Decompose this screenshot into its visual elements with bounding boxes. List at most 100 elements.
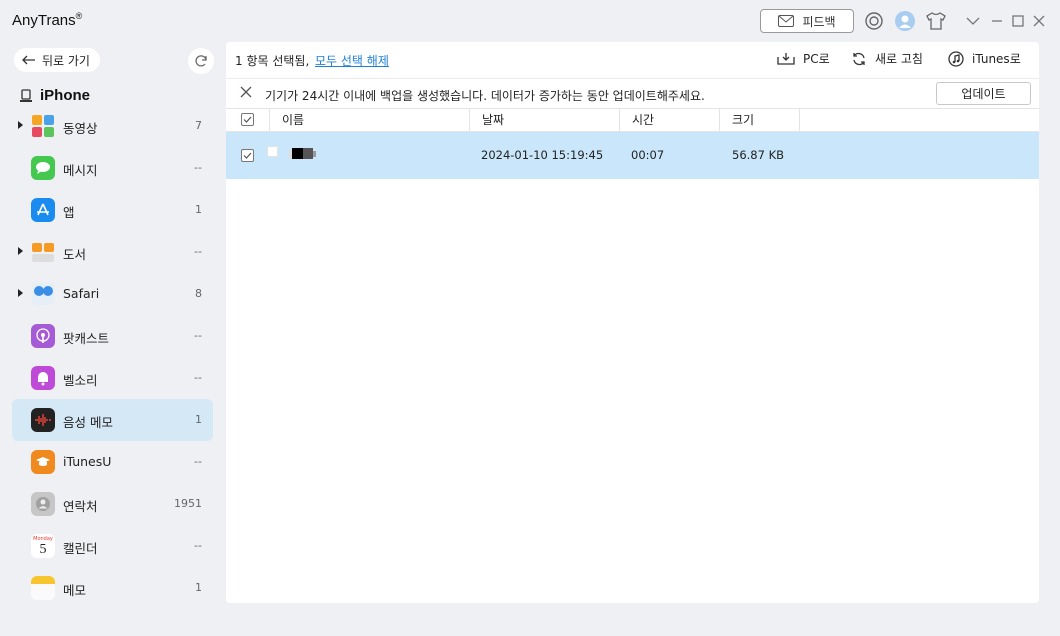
arrow-left-icon bbox=[22, 55, 35, 65]
export-pc-label: PC로 bbox=[803, 52, 830, 66]
sidebar-item-count: 1 bbox=[195, 413, 202, 426]
select-all-checkbox[interactable] bbox=[241, 113, 254, 126]
sidebar-item-label: 연락처 bbox=[63, 499, 98, 514]
app-store-icon bbox=[31, 198, 55, 222]
sidebar-item-count: -- bbox=[194, 371, 202, 384]
sidebar-item-label: 팟캐스트 bbox=[63, 331, 110, 346]
podcast-icon bbox=[31, 324, 55, 348]
row-size: 56.87 KB bbox=[732, 148, 785, 162]
select-all-column bbox=[226, 109, 270, 131]
content-panel: 1 항목 선택됨, 모두 선택 해제 PC로 새로 고침 iTunes로 기기가… bbox=[226, 42, 1039, 603]
feedback-label: 피드백 bbox=[802, 14, 836, 29]
sidebar-item-label: iTunesU bbox=[63, 454, 112, 469]
sidebar-item-count: 8 bbox=[195, 287, 202, 300]
sidebar-item-label: 메모 bbox=[63, 583, 87, 598]
check-icon bbox=[243, 152, 252, 159]
back-label: 뒤로 가기 bbox=[42, 53, 90, 68]
minimize-icon[interactable] bbox=[987, 11, 1007, 31]
column-header-time[interactable]: 시간 bbox=[620, 109, 720, 131]
refresh-label: 새로 고침 bbox=[875, 52, 923, 66]
contacts-icon bbox=[31, 492, 55, 516]
sidebar-item-notes[interactable]: 메모 1 bbox=[12, 567, 213, 609]
refresh-icon bbox=[853, 52, 865, 65]
column-header-name[interactable]: 이름 bbox=[270, 109, 470, 131]
sidebar-item-apps[interactable]: 앱 1 bbox=[12, 189, 213, 231]
sidebar-item-label: 벨소리 bbox=[63, 373, 98, 388]
sidebar-item-messages[interactable]: 메시지 -- bbox=[12, 147, 213, 189]
device-name: iPhone bbox=[40, 87, 91, 104]
sidebar-item-label: Safari bbox=[63, 286, 100, 301]
books-icon bbox=[31, 240, 55, 264]
export-to-pc-button[interactable]: PC로 bbox=[777, 50, 830, 67]
account-avatar-icon[interactable] bbox=[895, 11, 915, 31]
export-itunes-label: iTunes로 bbox=[972, 52, 1021, 66]
export-to-itunes-button[interactable]: iTunes로 bbox=[948, 50, 1021, 67]
device-refresh-button[interactable] bbox=[188, 48, 214, 74]
file-type-icon bbox=[267, 146, 278, 157]
dropdown-menu-icon[interactable] bbox=[963, 11, 983, 31]
sidebar-item-itunesu[interactable]: iTunesU -- bbox=[12, 441, 213, 483]
sidebar-item-ringtones[interactable]: 벨소리 -- bbox=[12, 357, 213, 399]
sidebar-item-label: 동영상 bbox=[63, 121, 98, 136]
feedback-button[interactable]: 피드백 bbox=[760, 9, 854, 33]
sidebar-item-podcasts[interactable]: 팟캐스트 -- bbox=[12, 315, 213, 357]
sidebar: 뒤로 가기 iPhone 동영상 7 메시지 -- 앱 1 도서 -- Safa… bbox=[0, 42, 224, 636]
notes-icon bbox=[31, 576, 55, 600]
sidebar-item-safari[interactable]: Safari 8 bbox=[12, 273, 213, 315]
itunes-icon bbox=[948, 50, 964, 67]
selection-count: 1 항목 선택됨, bbox=[235, 54, 310, 68]
phone-icon bbox=[20, 88, 32, 102]
close-icon[interactable] bbox=[1029, 11, 1049, 31]
expand-arrow-icon[interactable] bbox=[18, 247, 23, 255]
sidebar-item-videos[interactable]: 동영상 7 bbox=[12, 105, 213, 147]
update-button[interactable]: 업데이트 bbox=[936, 82, 1031, 105]
sidebar-item-count: -- bbox=[194, 161, 202, 174]
sidebar-item-count: 1 bbox=[195, 581, 202, 594]
sidebar-item-calendar[interactable]: Monday 5 캘린더 -- bbox=[12, 525, 213, 567]
expand-arrow-icon[interactable] bbox=[18, 121, 23, 129]
check-icon bbox=[243, 116, 252, 123]
redacted-filename bbox=[289, 147, 317, 161]
sidebar-item-voice-memos[interactable]: 음성 메모 1 bbox=[12, 399, 213, 441]
sidebar-item-count: 7 bbox=[195, 119, 202, 132]
sidebar-item-label: 캘린더 bbox=[63, 541, 98, 556]
table-row[interactable]: 2024-01-10 15:19:45 00:07 56.87 KB bbox=[226, 132, 1039, 179]
row-checkbox[interactable] bbox=[241, 149, 254, 162]
video-icon bbox=[31, 114, 55, 138]
skin-shirt-icon[interactable] bbox=[926, 11, 946, 31]
toolbar: 1 항목 선택됨, 모두 선택 해제 PC로 새로 고침 iTunes로 bbox=[226, 42, 1039, 78]
calendar-day: 5 bbox=[39, 541, 47, 557]
refresh-icon bbox=[195, 55, 207, 67]
refresh-button[interactable]: 새로 고침 bbox=[851, 50, 923, 67]
sidebar-item-contacts[interactable]: 연락처 1951 bbox=[12, 483, 213, 525]
calendar-icon: Monday 5 bbox=[31, 534, 55, 558]
deselect-all-link[interactable]: 모두 선택 해제 bbox=[315, 52, 389, 69]
app-title: AnyTrans® bbox=[12, 11, 83, 29]
sidebar-item-count: -- bbox=[194, 329, 202, 342]
category-list: 동영상 7 메시지 -- 앱 1 도서 -- Safari 8 팟캐스트 -- … bbox=[12, 105, 213, 609]
back-button[interactable]: 뒤로 가기 bbox=[14, 48, 100, 72]
column-header-date[interactable]: 날짜 bbox=[470, 109, 620, 131]
sidebar-item-count: 1951 bbox=[174, 497, 202, 510]
bell-icon bbox=[31, 366, 55, 390]
row-duration: 00:07 bbox=[631, 148, 665, 162]
export-pc-icon bbox=[777, 52, 795, 65]
safari-icon bbox=[31, 282, 55, 306]
sidebar-item-books[interactable]: 도서 -- bbox=[12, 231, 213, 273]
maximize-icon[interactable] bbox=[1008, 11, 1028, 31]
messages-icon bbox=[31, 156, 55, 180]
mail-icon bbox=[778, 15, 795, 27]
sidebar-item-count: -- bbox=[194, 245, 202, 258]
sidebar-item-label: 음성 메모 bbox=[63, 415, 113, 430]
title-bar: AnyTrans® 피드백 bbox=[0, 0, 1060, 42]
backup-notice-bar: 기기가 24시간 이내에 백업을 생성했습니다. 데이터가 증가하는 동안 업데… bbox=[226, 78, 1039, 108]
expand-arrow-icon[interactable] bbox=[18, 289, 23, 297]
sidebar-item-count: -- bbox=[194, 455, 202, 468]
support-icon[interactable] bbox=[864, 11, 884, 31]
sidebar-item-label: 앱 bbox=[63, 205, 75, 220]
column-header-size[interactable]: 크기 bbox=[720, 109, 800, 131]
sidebar-item-label: 메시지 bbox=[63, 163, 98, 178]
close-notice-icon[interactable] bbox=[240, 86, 252, 101]
table-header: 이름 날짜 시간 크기 bbox=[226, 108, 1039, 132]
sidebar-item-count: -- bbox=[194, 539, 202, 552]
